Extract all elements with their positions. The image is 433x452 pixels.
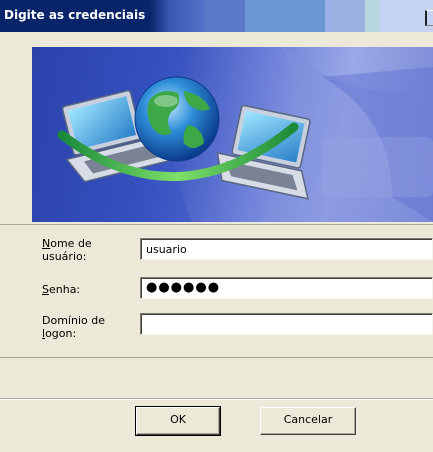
title-bar-decoration [330,0,365,32]
cancel-button[interactable]: Cancelar [260,407,356,435]
domain-label-text: ogon: [45,327,77,340]
username-label-line2: usuário: [42,250,87,263]
domain-label: Domínio de logon: [42,314,105,340]
domain-field[interactable] [140,313,433,335]
window-title: Digite as credenciais [4,8,146,22]
password-label-text: enha: [48,283,81,296]
divider [0,357,433,358]
domain-label-line1: Domínio de [42,314,105,327]
title-bar-decoration [245,0,325,32]
network-globe-laptops-icon [32,47,433,222]
username-value: usuario [146,243,187,256]
title-bar[interactable]: Digite as credenciais [0,0,433,32]
username-label-text: ome de [50,237,92,250]
title-bar-decoration [365,0,380,32]
divider [0,224,433,225]
password-label-mnemonic: S [42,283,49,296]
close-icon[interactable] [425,10,433,26]
credentials-dialog: Digite as credenciais Nome de usuário: u… [0,0,433,452]
divider-highlight [0,399,433,400]
title-bar-decoration [205,0,245,32]
ok-button[interactable]: OK [135,406,221,436]
password-field[interactable]: ●●●●●● [140,277,433,299]
banner-image [32,47,433,222]
username-field[interactable]: usuario [140,238,433,260]
username-label: Nome de usuário: [42,237,92,263]
password-label: Senha: [42,283,80,296]
username-label-mnemonic: N [42,237,51,250]
password-value: ●●●●●● [146,280,221,295]
